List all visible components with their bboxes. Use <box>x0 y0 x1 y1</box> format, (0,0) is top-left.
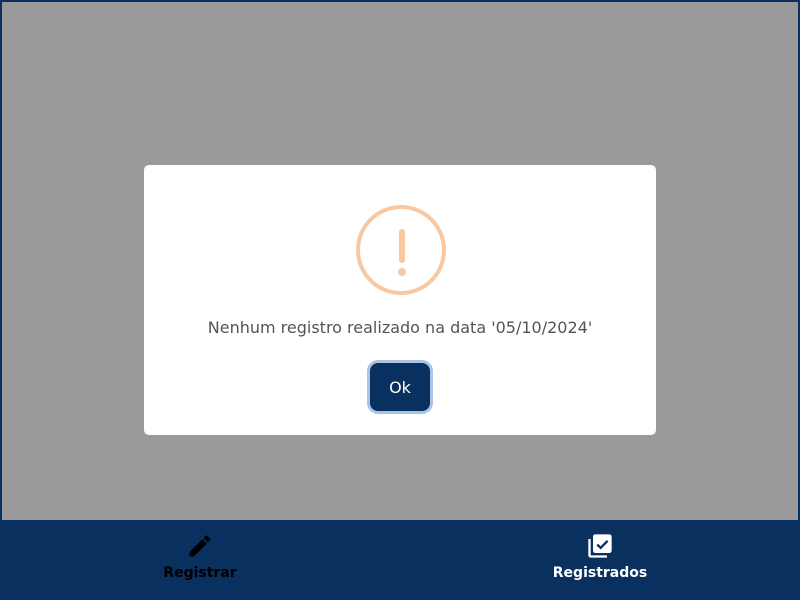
warning-icon-bar <box>399 229 405 263</box>
nav-label-registrados: Registrados <box>552 565 648 581</box>
app-window: Nenhum registro realizado na data '05/10… <box>0 0 800 600</box>
bottom-nav: Registrar Registrados <box>0 520 800 600</box>
warning-icon <box>356 205 446 295</box>
ok-button[interactable]: Ok <box>370 363 430 411</box>
pencil-icon <box>189 535 211 557</box>
warning-icon-dot <box>398 268 406 276</box>
nav-label-registrar: Registrar <box>163 565 237 581</box>
nav-item-registrados[interactable]: Registrados <box>400 520 800 600</box>
dialog-message: Nenhum registro realizado na data '05/10… <box>207 318 593 337</box>
checklist-icon <box>588 534 612 558</box>
nav-item-registrar[interactable]: Registrar <box>0 520 400 600</box>
alert-dialog: Nenhum registro realizado na data '05/10… <box>144 165 656 435</box>
